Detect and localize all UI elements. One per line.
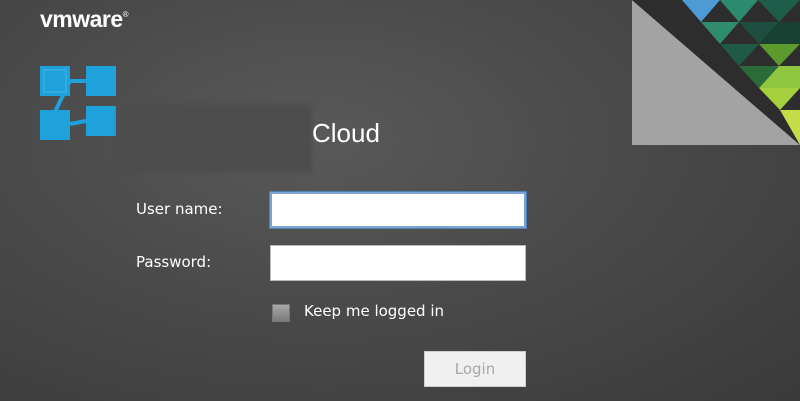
corner-triangle-graphic (632, 0, 800, 145)
registered-mark: ® (122, 10, 129, 19)
password-input[interactable] (270, 245, 526, 281)
username-label: User name: (136, 200, 223, 218)
keep-logged-in-checkbox[interactable] (272, 304, 290, 322)
vmware-logo: vmware® (40, 6, 129, 33)
password-label: Password: (136, 253, 212, 271)
login-button[interactable]: Login (424, 351, 526, 387)
brand-text: vmware (40, 6, 123, 32)
vcloud-logo-icon (40, 66, 116, 140)
product-title: Cloud (312, 118, 380, 148)
keep-logged-in-label[interactable]: Keep me logged in (304, 302, 444, 320)
username-input[interactable] (270, 192, 526, 228)
obscured-product-name (118, 104, 312, 172)
